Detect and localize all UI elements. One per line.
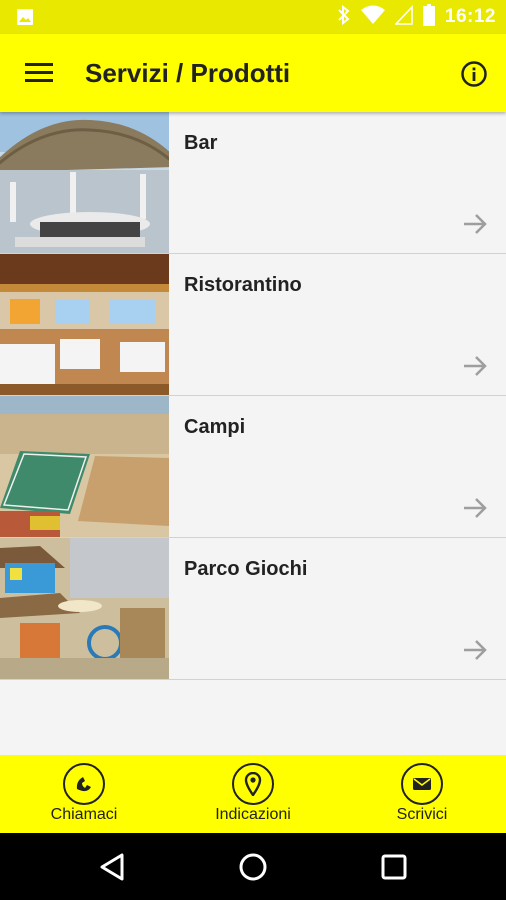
arrow-right-icon [462, 495, 488, 521]
mail-icon [401, 763, 443, 805]
back-icon[interactable] [96, 850, 130, 884]
page-title: Servizi / Prodotti [85, 58, 291, 88]
call-button[interactable]: Chiamaci [0, 755, 168, 833]
list-item-ristorantino[interactable]: Ristorantino [0, 254, 506, 396]
directions-button[interactable]: Indicazioni [169, 755, 337, 833]
directions-button-label: Indicazioni [215, 806, 291, 823]
info-icon[interactable] [460, 60, 488, 88]
services-list: Bar Ristorantino Campi Parco Giochi [0, 112, 506, 680]
recents-icon[interactable] [377, 850, 411, 884]
image-icon [16, 8, 34, 31]
write-button-label: Scrivici [396, 806, 448, 823]
list-item-parco-giochi[interactable]: Parco Giochi [0, 538, 506, 680]
bottom-action-bar: Chiamaci Indicazioni Scrivici [0, 755, 506, 833]
arrow-right-icon [462, 211, 488, 237]
location-pin-icon [232, 763, 274, 805]
phone-icon [63, 763, 105, 805]
write-button[interactable]: Scrivici [338, 755, 506, 833]
arrow-right-icon [462, 637, 488, 663]
list-item-campi[interactable]: Campi [0, 396, 506, 538]
list-item-label: Ristorantino [184, 274, 302, 296]
arrow-right-icon [462, 353, 488, 379]
wifi-icon [360, 5, 385, 30]
playground-photo [0, 538, 169, 679]
home-icon[interactable] [236, 850, 270, 884]
bluetooth-icon [337, 4, 351, 30]
list-item-bar[interactable]: Bar [0, 112, 506, 254]
status-bar: 16:12 [0, 0, 506, 34]
system-nav-bar [0, 833, 506, 900]
call-button-label: Chiamaci [50, 806, 118, 823]
beach-courts-photo [0, 396, 169, 537]
signal-icon [394, 4, 413, 30]
app-bar: Servizi / Prodotti [0, 34, 506, 112]
battery-icon [422, 3, 435, 31]
list-item-label: Campi [184, 416, 246, 438]
list-item-label: Parco Giochi [184, 558, 308, 580]
list-item-label: Bar [184, 132, 218, 154]
restaurant-photo [0, 254, 169, 395]
hamburger-menu-icon[interactable] [22, 58, 56, 88]
bar-photo [0, 112, 169, 253]
status-time: 16:12 [444, 6, 496, 27]
